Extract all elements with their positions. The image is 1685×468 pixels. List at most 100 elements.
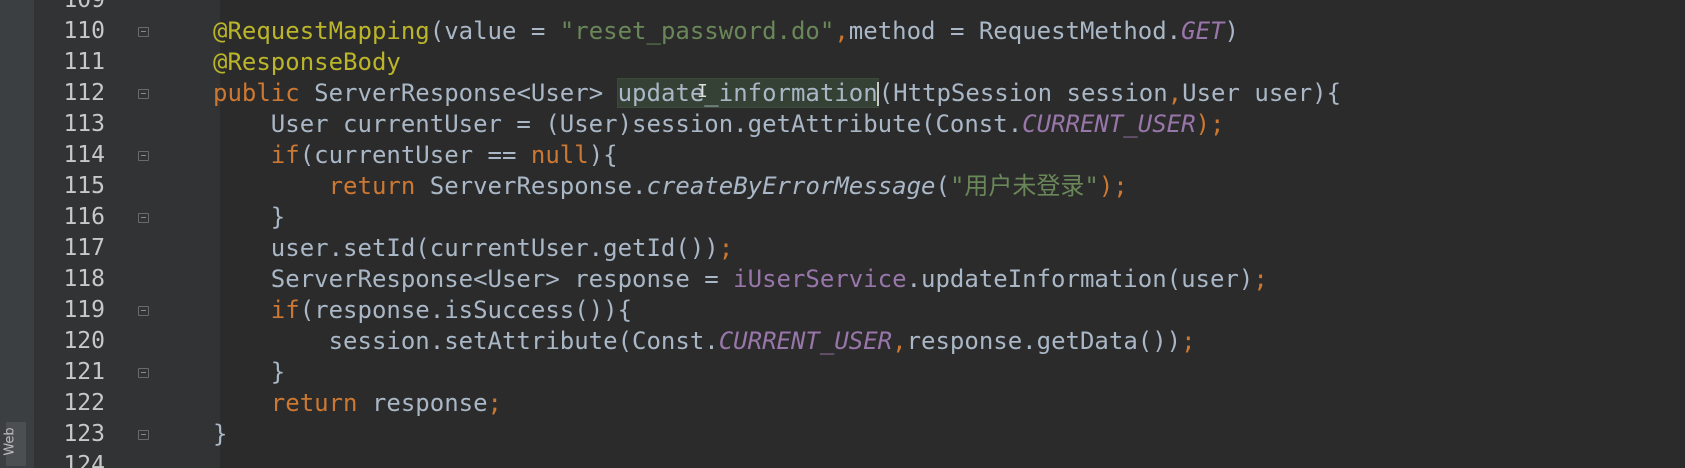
code-text[interactable]: if(response.isSuccess()){ [213, 295, 632, 326]
code-token: } [213, 420, 228, 448]
line-number: 124 [63, 452, 105, 468]
code-token: ); [1098, 172, 1128, 200]
code-token: (value = [429, 17, 560, 45]
code-token: "用户未登录" [949, 172, 1099, 200]
code-token: } [213, 358, 286, 386]
line-number: 115 [63, 173, 105, 199]
code-token: public [213, 79, 315, 107]
code-token: } [213, 203, 286, 231]
code-line[interactable]: 111 @ResponseBody [0, 47, 1685, 78]
code-line[interactable]: 121 } [0, 357, 1685, 388]
code-token: return [270, 389, 372, 417]
code-text[interactable]: return ServerResponse.createByErrorMessa… [213, 171, 1128, 202]
code-token: response [371, 389, 488, 417]
code-token: "reset_password.do" [559, 17, 835, 45]
code-text[interactable]: return response; [213, 388, 502, 419]
line-number: 111 [63, 49, 105, 75]
code-token: method = RequestMethod. [848, 17, 1182, 45]
code-token: ServerResponse. [429, 172, 647, 200]
code-line[interactable]: 113 User currentUser = (User)session.get… [0, 109, 1685, 140]
code-line[interactable]: 124 [0, 450, 1685, 468]
code-token: CURRENT_USER [1022, 110, 1196, 138]
code-token: ( [935, 172, 950, 200]
code-token: session.setAttribute(Const. [213, 327, 719, 355]
code-token: , [892, 327, 907, 355]
code-line[interactable]: 122 return response; [0, 388, 1685, 419]
code-token: , [834, 17, 849, 45]
code-token: update_information [617, 79, 878, 107]
code-line[interactable]: 114 if(currentUser == null){ [0, 140, 1685, 171]
code-token: GET [1181, 17, 1225, 45]
code-text[interactable]: @RequestMapping(value = "reset_password.… [213, 16, 1239, 47]
line-number: 123 [63, 421, 105, 447]
line-number: 122 [63, 390, 105, 416]
fold-marker-icon[interactable] [138, 368, 149, 378]
code-text[interactable]: ServerResponse<User> response = iUserSer… [213, 264, 1268, 295]
code-token: ; [1181, 327, 1196, 355]
fold-marker-icon[interactable] [138, 27, 149, 37]
code-line[interactable]: 112 public ServerResponse<User> update_in… [0, 78, 1685, 109]
code-token: (HttpSession session [878, 79, 1168, 107]
line-number: 113 [63, 111, 105, 137]
code-token: (currentUser == [299, 141, 531, 169]
code-token: ; [487, 389, 502, 417]
code-token: ){ [588, 141, 618, 169]
code-text[interactable]: @ResponseBody [213, 47, 401, 78]
code-token: ; [1253, 265, 1268, 293]
code-text[interactable]: } [213, 357, 285, 388]
code-token: (response.isSuccess()){ [299, 296, 633, 324]
code-line[interactable]: 109 [0, 0, 1685, 16]
code-text[interactable]: session.setAttribute(Const.CURRENT_USER,… [213, 326, 1196, 357]
code-text[interactable]: if(currentUser == null){ [213, 140, 618, 171]
fold-marker-icon[interactable] [138, 151, 149, 161]
code-token: iUserService [733, 265, 907, 293]
code-token: response.getData()) [906, 327, 1182, 355]
code-token: User user){ [1182, 79, 1342, 107]
code-token: return [328, 172, 430, 200]
code-lines: 109 110 @RequestMapping(value = "reset_pas… [0, 0, 1685, 468]
line-number: 121 [63, 359, 105, 385]
fold-marker-icon[interactable] [138, 89, 149, 99]
line-number: 116 [63, 204, 105, 230]
code-line[interactable]: 120 session.setAttribute(Const.CURRENT_U… [0, 326, 1685, 357]
line-number: 112 [63, 80, 105, 106]
code-token: user.setId(currentUser.getId()) [213, 234, 719, 262]
code-token: .updateInformation(user) [906, 265, 1254, 293]
fold-marker-icon[interactable] [138, 430, 149, 440]
line-number: 110 [63, 18, 105, 44]
code-token: , [1167, 79, 1183, 107]
code-token: if [270, 296, 300, 324]
code-token: ; [718, 234, 734, 262]
text-cursor-icon: I [697, 81, 708, 102]
code-editor[interactable]: Web 109 110 @RequestMapping(value = "reset… [0, 0, 1685, 468]
code-token: ServerResponse<User> [314, 79, 618, 107]
code-line[interactable]: 115 return ServerResponse.createByErrorM… [0, 171, 1685, 202]
line-number: 109 [63, 0, 105, 13]
code-text[interactable]: User currentUser = (User)session.getAttr… [213, 109, 1225, 140]
code-token: if [270, 141, 300, 169]
code-token: ServerResponse<User> response = [213, 265, 734, 293]
code-line[interactable]: 110 @RequestMapping(value = "reset_passwo… [0, 16, 1685, 47]
code-token: null [530, 141, 589, 169]
code-token: ) [1224, 17, 1239, 45]
line-number: 118 [63, 266, 105, 292]
code-text[interactable]: public ServerResponse<User> update_infor… [213, 78, 1341, 109]
code-text[interactable]: } [213, 419, 227, 450]
code-line[interactable]: 118 ServerResponse<User> response = iUse… [0, 264, 1685, 295]
line-number: 117 [63, 235, 105, 261]
code-token: @RequestMapping [213, 17, 430, 45]
code-text[interactable]: } [213, 202, 285, 233]
fold-marker-icon[interactable] [138, 306, 149, 316]
code-line[interactable]: 119 if(response.isSuccess()){ [0, 295, 1685, 326]
fold-marker-icon[interactable] [138, 213, 149, 223]
code-line[interactable]: 117 user.setId(currentUser.getId()); [0, 233, 1685, 264]
code-text[interactable]: user.setId(currentUser.getId()); [213, 233, 733, 264]
code-line[interactable]: 123} [0, 419, 1685, 450]
code-line[interactable]: 116 } [0, 202, 1685, 233]
code-token: @ResponseBody [213, 48, 401, 76]
code-token: createByErrorMessage [646, 172, 936, 200]
